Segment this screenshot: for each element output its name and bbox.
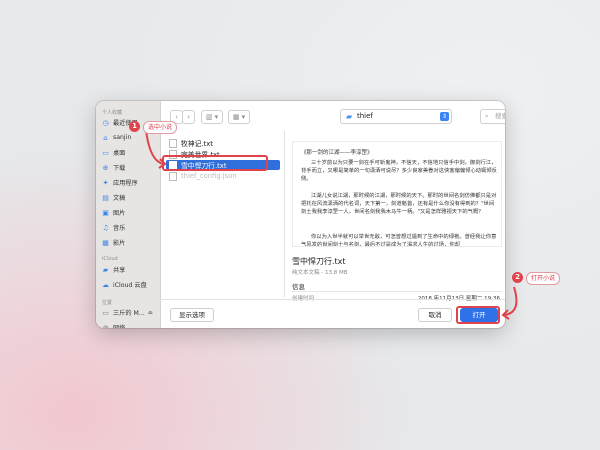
file-item[interactable]: 牧神记.txt bbox=[166, 138, 280, 148]
cancel-button[interactable]: 取消 bbox=[418, 308, 452, 322]
music-icon: ♫ bbox=[102, 223, 109, 232]
preview-paragraph: 江湖儿女说江湖，那时候的江湖，那时候的天下。那时的世间名剑仿佛都只是对把托在风流… bbox=[301, 193, 497, 215]
sidebar-item-network[interactable]: ◍网络 bbox=[101, 322, 155, 329]
document-icon: ▤ bbox=[102, 193, 109, 202]
sidebar-item-documents[interactable]: ▤ 文稿 bbox=[101, 192, 155, 203]
columns-view-icon: ▥ ▾ bbox=[205, 113, 219, 121]
info-created-row: 创建时间 2018 年11月13日 星期二 19:36 bbox=[292, 294, 500, 302]
pictures-icon: ▣ bbox=[102, 208, 109, 217]
sidebar-item-pictures[interactable]: ▣ 图片 bbox=[101, 207, 155, 218]
chevron-left-icon: ‹ bbox=[175, 113, 178, 121]
json-file-icon bbox=[169, 171, 177, 181]
info-heading: 信息 bbox=[292, 283, 305, 291]
chevron-updown-icon: ⇕ bbox=[440, 112, 449, 121]
highlight-open-button bbox=[456, 306, 500, 324]
arrow-annotation-2 bbox=[501, 286, 518, 320]
annotation-badge-1: 1 bbox=[129, 121, 140, 132]
download-icon: ⊕ bbox=[102, 163, 109, 172]
applications-icon: ✦ bbox=[102, 178, 109, 187]
created-value: 2018 年11月13日 星期二 19:36 bbox=[418, 294, 500, 302]
path-label: thief bbox=[357, 112, 373, 120]
show-options-button[interactable]: 显示选项 bbox=[170, 308, 214, 322]
text-file-icon bbox=[169, 138, 177, 148]
sidebar-item-music[interactable]: ♫ 音乐 bbox=[101, 222, 155, 233]
computer-icon: ▭ bbox=[102, 308, 109, 317]
highlight-selected-file bbox=[162, 155, 268, 171]
info-divider bbox=[292, 291, 502, 292]
sidebar-item-icloud-drive[interactable]: ☁ iCloud 云盘 bbox=[101, 279, 155, 290]
sidebar-section-icloud: iCloud bbox=[102, 256, 118, 262]
sidebar-item-computer[interactable]: ▭ 三斤的 M... ⏏ bbox=[101, 307, 155, 318]
forward-button[interactable]: › bbox=[182, 110, 195, 124]
path-popup[interactable]: ▰ thief ⇕ bbox=[340, 109, 452, 124]
sidebar-item-shared[interactable]: ▰ 共享 bbox=[101, 264, 155, 275]
grid-view-icon: ▦ ▾ bbox=[232, 113, 246, 121]
chevron-right-icon: › bbox=[187, 113, 190, 121]
desktop-icon: ▭ bbox=[102, 148, 109, 157]
selected-file-name: 雪中悍刀行.txt bbox=[292, 257, 346, 266]
bottom-divider bbox=[160, 299, 505, 300]
home-icon: ⌂ bbox=[103, 133, 108, 142]
search-placeholder: 搜索 bbox=[495, 112, 505, 120]
preview-paragraph: 你以为入世半就可以举世无敌，可怎曾想过遇到了生命中的绿袍。曾经我让你意气风发的世… bbox=[301, 234, 497, 247]
sidebar-section-locations: 位置 bbox=[102, 300, 113, 306]
column-divider bbox=[284, 131, 285, 297]
file-kind-size: 纯文本文稿 - 13.8 MB bbox=[292, 270, 348, 276]
sidebar-section-favorites: 个人收藏 bbox=[102, 110, 123, 116]
annotation-callout-1: 选中小说 bbox=[143, 121, 178, 134]
search-icon: ⌕ bbox=[485, 112, 489, 120]
preview-paragraph: 三十岁前以为只要一剑在手可斩鬼神，不信天，不信地只信手中剑，御剑行江，背手而立，… bbox=[301, 160, 497, 182]
network-icon: ◍ bbox=[102, 323, 109, 329]
annotation-callout-2: 打开小说 bbox=[526, 272, 561, 285]
eject-icon[interactable]: ⏏ bbox=[148, 310, 155, 316]
movies-icon: ▦ bbox=[102, 238, 109, 247]
preview-title: 《那一剑的江湖——李淳罡》 bbox=[301, 150, 373, 156]
clock-icon: ◷ bbox=[102, 118, 109, 127]
annotation-badge-2: 2 bbox=[512, 272, 523, 283]
file-item-disabled: thief_config.json bbox=[166, 171, 280, 181]
cloud-icon: ☁ bbox=[102, 280, 109, 289]
toolbar: ‹ › ▥ ▾ ▦ ▾ ▰ thief ⇕ ⌕ 搜索 bbox=[160, 101, 505, 131]
search-input[interactable]: ⌕ 搜索 bbox=[480, 109, 505, 124]
sidebar-item-movies[interactable]: ▦ 影片 bbox=[101, 237, 155, 248]
folder-icon: ▰ bbox=[346, 112, 353, 121]
view-mode-button[interactable]: ▥ ▾ bbox=[201, 110, 223, 124]
file-preview: 《那一剑的江湖——李淳罡》 三十岁前以为只要一剑在手可斩鬼神，不信天，不信地只信… bbox=[292, 141, 502, 247]
group-button[interactable]: ▦ ▾ bbox=[228, 110, 250, 124]
shared-folder-icon: ▰ bbox=[102, 265, 109, 274]
sidebar-item-applications[interactable]: ✦ 应用程序 bbox=[101, 177, 155, 188]
